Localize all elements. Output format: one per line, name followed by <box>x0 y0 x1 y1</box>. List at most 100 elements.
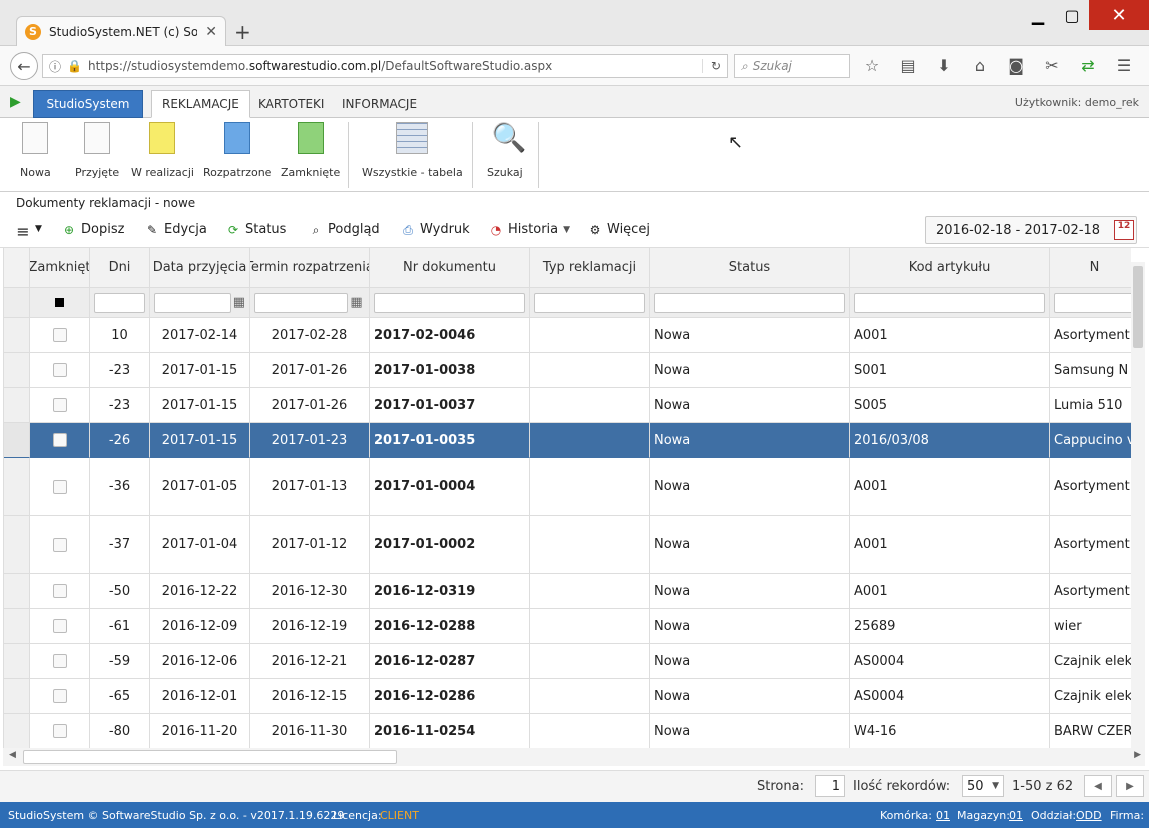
table-row[interactable]: 10 2017-02-14 2017-02-28 2017-02-0046 Nowa A0… <box>4 318 1131 353</box>
table-row[interactable]: -61 2016-12-09 2016-12-19 2016-12-0288 Nowa 2… <box>4 609 1131 644</box>
closed-checkbox-cell[interactable] <box>30 644 90 679</box>
historia-button[interactable]: ◔ Historia ▼ <box>489 222 570 237</box>
ribbon-przyjete-button[interactable]: Przyjęte <box>75 122 119 179</box>
grid-menu-button[interactable]: ≡ ▼ <box>16 222 42 241</box>
tristate-checkbox-icon[interactable] <box>55 298 64 307</box>
dopisz-button[interactable]: ⊕ Dopisz <box>62 222 124 237</box>
column-header[interactable]: Data przyjęcia <box>150 248 250 288</box>
column-header[interactable]: Kod artykułu <box>850 248 1050 288</box>
column-filter-input[interactable] <box>650 288 850 318</box>
maximize-icon[interactable]: ▢ <box>1055 0 1089 30</box>
next-page-icon[interactable]: ▶ <box>1116 775 1144 797</box>
table-row[interactable]: -26 2017-01-15 2017-01-23 2017-01-0035 Nowa 2… <box>4 423 1131 458</box>
address-bar[interactable]: ⓘ 🔒 https://studiosystemdemo.softwarestu… <box>42 54 728 78</box>
per-page-select[interactable]: 50 ▼ <box>962 775 1004 797</box>
status-button[interactable]: ⟳ Status <box>226 222 286 237</box>
closed-checkbox-cell[interactable] <box>30 679 90 714</box>
tab-reklamacje[interactable]: REKLAMACJE <box>151 90 250 118</box>
vertical-scroll-thumb[interactable] <box>1133 266 1143 348</box>
scroll-right-icon[interactable]: ▶ <box>1134 750 1141 760</box>
column-filter-input[interactable] <box>370 288 530 318</box>
closed-checkbox[interactable] <box>52 363 67 377</box>
table-row[interactable]: -59 2016-12-06 2016-12-21 2016-12-0287 Nowa A… <box>4 644 1131 679</box>
table-row[interactable]: -36 2017-01-05 2017-01-13 2017-01-0004 Nowa A… <box>4 458 1131 516</box>
pocket-icon[interactable]: ◙ <box>1004 56 1028 75</box>
closed-checkbox[interactable] <box>52 537 67 552</box>
closed-checkbox-cell[interactable] <box>30 423 90 458</box>
back-arrow-icon[interactable]: ← <box>10 52 38 80</box>
filter-input[interactable] <box>154 292 231 313</box>
table-row[interactable]: -80 2016-11-20 2016-11-30 2016-11-0254 Nowa W… <box>4 714 1131 748</box>
info-icon[interactable]: ⓘ <box>49 58 61 75</box>
grid-header-row[interactable]: Zamknięt Dni Data przyjęcia Termin rozpatrz… <box>4 248 1131 288</box>
horizontal-scrollbar[interactable]: ◀ ▶ <box>3 748 1145 766</box>
wydruk-button[interactable]: ⎙ Wydruk <box>401 222 470 237</box>
column-header[interactable]: Typ reklamacji <box>530 248 650 288</box>
browser-tab[interactable]: S StudioSystem.NET (c) Soft… ✕ <box>16 16 226 46</box>
closed-checkbox[interactable] <box>52 584 67 598</box>
minimize-icon[interactable]: ▁ <box>1021 0 1055 30</box>
column-filter-input[interactable] <box>850 288 1050 318</box>
ribbon-rozpatrzone-button[interactable]: Rozpatrzone <box>203 122 271 179</box>
calendar-icon[interactable]: ▦ <box>350 295 362 310</box>
play-icon[interactable]: ▶ <box>10 94 21 110</box>
closed-checkbox-cell[interactable] <box>30 714 90 748</box>
table-row[interactable]: -23 2017-01-15 2017-01-26 2017-01-0037 Nowa S… <box>4 388 1131 423</box>
closed-checkbox-cell[interactable] <box>30 516 90 574</box>
wiecej-button[interactable]: ⚙ Więcej <box>588 222 650 237</box>
column-header[interactable]: N <box>1050 248 1131 288</box>
download-icon[interactable]: ⬇ <box>932 56 956 75</box>
table-row[interactable]: -37 2017-01-04 2017-01-12 2017-01-0002 Nowa A… <box>4 516 1131 574</box>
column-header[interactable]: Nr dokumentu <box>370 248 530 288</box>
new-tab-icon[interactable]: + <box>234 20 251 44</box>
sync-arrows-icon[interactable]: ⇄ <box>1076 56 1100 75</box>
column-header[interactable]: Status <box>650 248 850 288</box>
studiosystem-button[interactable]: StudioSystem <box>33 90 143 118</box>
filter-input[interactable] <box>854 292 1045 313</box>
komorka-value[interactable]: 01 <box>936 809 950 822</box>
close-tab-icon[interactable]: ✕ <box>205 24 217 40</box>
closed-checkbox-cell[interactable] <box>30 353 90 388</box>
podglad-button[interactable]: ⌕ Podgląd <box>309 222 380 237</box>
close-window-icon[interactable]: ✕ <box>1089 0 1149 30</box>
tab-informacje[interactable]: INFORMACJE <box>332 90 427 118</box>
tab-kartoteki[interactable]: KARTOTEKI <box>248 90 334 118</box>
closed-checkbox-cell[interactable] <box>30 609 90 644</box>
closed-checkbox-cell[interactable] <box>30 388 90 423</box>
date-range-picker[interactable]: 2016-02-18 - 2017-02-18 12 <box>925 216 1137 244</box>
closed-checkbox[interactable] <box>52 654 67 668</box>
closed-checkbox-cell[interactable] <box>30 318 90 353</box>
calendar-icon[interactable]: ▦ <box>233 295 245 310</box>
table-row[interactable]: -65 2016-12-01 2016-12-15 2016-12-0286 Nowa A… <box>4 679 1131 714</box>
scroll-left-icon[interactable]: ◀ <box>9 750 16 760</box>
bookmark-star-icon[interactable]: ☆ <box>860 56 884 75</box>
closed-checkbox[interactable] <box>52 328 67 342</box>
column-header[interactable]: Dni <box>90 248 150 288</box>
closed-filter-checkbox[interactable] <box>30 288 90 318</box>
browser-search-input[interactable]: ⌕ Szukaj <box>734 54 850 78</box>
ribbon-zamkniete-button[interactable]: Zamknięte <box>281 122 340 179</box>
filter-input[interactable] <box>654 292 845 313</box>
table-row[interactable]: -50 2016-12-22 2016-12-30 2016-12-0319 Nowa A… <box>4 574 1131 609</box>
edycja-button[interactable]: ✎ Edycja <box>145 222 207 237</box>
filter-input[interactable] <box>94 292 145 313</box>
column-filter-input[interactable] <box>90 288 150 318</box>
prev-page-icon[interactable]: ◀ <box>1084 775 1112 797</box>
closed-checkbox[interactable] <box>52 619 67 633</box>
ribbon-wszystkie-tabela-button[interactable]: Wszystkie - tabela <box>362 122 463 179</box>
magazyn-value[interactable]: 01 <box>1009 809 1023 822</box>
menu-icon[interactable]: ☰ <box>1112 56 1136 75</box>
reload-icon[interactable]: ↻ <box>701 59 721 73</box>
ribbon-w-realizacji-button[interactable]: W realizacji <box>131 122 194 179</box>
oddzial-value[interactable]: ODD <box>1076 809 1102 822</box>
filter-input[interactable] <box>374 292 525 313</box>
horizontal-scroll-thumb[interactable] <box>23 750 397 764</box>
closed-checkbox[interactable] <box>52 724 67 738</box>
closed-checkbox[interactable] <box>52 689 67 703</box>
filter-input[interactable] <box>534 292 645 313</box>
page-input[interactable]: 1 <box>815 775 845 797</box>
home-icon[interactable]: ⌂ <box>968 56 992 75</box>
column-filter-input[interactable]: ▦ <box>150 288 250 318</box>
filter-input[interactable] <box>1054 292 1131 313</box>
reader-icon[interactable]: ▤ <box>896 56 920 75</box>
